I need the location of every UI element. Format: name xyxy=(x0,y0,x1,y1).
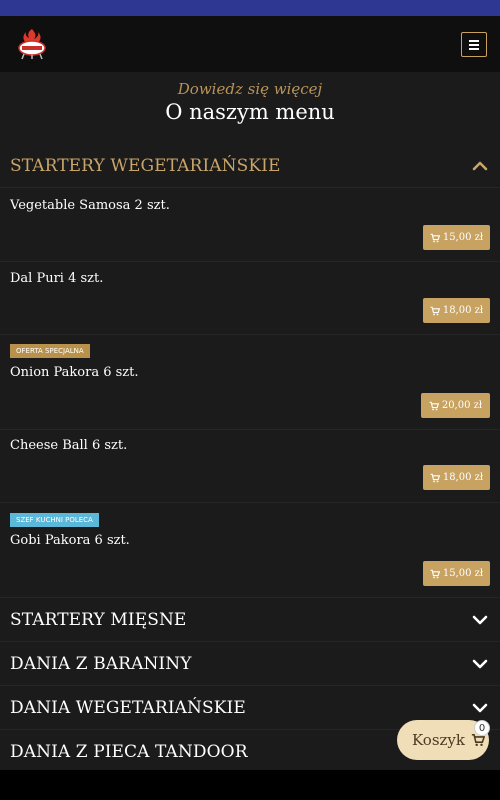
item-name: Cheese Ball 6 szt. xyxy=(10,438,128,453)
menu-item: Vegetable Samosa 2 szt. 15,00 zł xyxy=(0,189,500,262)
item-name: Onion Pakora 6 szt. xyxy=(10,365,139,380)
logo[interactable] xyxy=(14,26,50,62)
bottom-bar xyxy=(0,770,500,800)
menu-bar xyxy=(469,48,479,50)
category-header-startery-miesne[interactable]: STARTERY MIĘSNE xyxy=(0,598,500,642)
category-label: STARTERY WEGETARIAŃSKIE xyxy=(10,156,281,176)
add-to-cart-button[interactable]: 18,00 zł xyxy=(423,465,490,490)
page-title: O naszym menu xyxy=(165,100,335,124)
price-label: 15,00 zł xyxy=(442,568,484,579)
category-header-dania-z-baraniny[interactable]: DANIA Z BARANINY xyxy=(0,642,500,686)
chevron-down-icon xyxy=(472,703,488,713)
navbar xyxy=(0,16,500,72)
chevron-up-icon xyxy=(472,161,488,171)
status-bar xyxy=(0,0,500,16)
menu-item: Cheese Ball 6 szt. 18,00 zł xyxy=(0,430,500,503)
item-name: Gobi Pakora 6 szt. xyxy=(10,533,130,548)
menu-item: OFERTA SPECJALNA Onion Pakora 6 szt. 20,… xyxy=(0,335,500,430)
chevron-down-icon xyxy=(472,615,488,625)
add-to-cart-button[interactable]: 15,00 zł xyxy=(423,225,490,250)
price-label: 18,00 zł xyxy=(442,305,484,316)
add-to-cart-button[interactable]: 18,00 zł xyxy=(423,298,490,323)
menu-item: SZEF KUCHNI POLECA Gobi Pakora 6 szt. 15… xyxy=(0,503,500,598)
cart-count-badge: 0 xyxy=(474,720,490,736)
category-label: STARTERY MIĘSNE xyxy=(10,610,187,630)
price-label: 18,00 zł xyxy=(442,472,484,483)
menu-content: Dowiedz się więcej O naszym menu STARTER… xyxy=(0,72,500,770)
shopping-cart-icon xyxy=(430,473,440,482)
chevron-down-icon xyxy=(472,659,488,669)
category-label: DANIA WEGETARIAŃSKIE xyxy=(10,698,246,718)
menu-item: Dal Puri 4 szt. 18,00 zł xyxy=(0,262,500,335)
section-subtitle: Dowiedz się więcej xyxy=(177,80,323,98)
grill-logo xyxy=(18,29,46,60)
add-to-cart-button[interactable]: 20,00 zł xyxy=(421,393,490,418)
price-label: 15,00 zł xyxy=(442,232,484,243)
price-label: 20,00 zł xyxy=(441,400,483,411)
category-label: DANIA Z BARANINY xyxy=(10,654,192,674)
cart-label: Koszyk xyxy=(412,731,465,749)
shopping-cart-icon xyxy=(430,233,440,242)
category-header-startery-wegetarianskie[interactable]: STARTERY WEGETARIAŃSKIE xyxy=(0,144,500,188)
special-offer-badge: OFERTA SPECJALNA xyxy=(10,344,90,358)
shopping-cart-icon xyxy=(430,569,440,578)
item-name: Vegetable Samosa 2 szt. xyxy=(10,198,170,213)
shopping-cart-icon xyxy=(429,401,439,410)
category-label: DANIA Z PIECA TANDOOR xyxy=(10,742,248,762)
menu-bar xyxy=(469,44,479,46)
add-to-cart-button[interactable]: 15,00 zł xyxy=(423,561,490,586)
hamburger-menu-button[interactable] xyxy=(461,32,487,57)
item-name: Dal Puri 4 szt. xyxy=(10,271,104,286)
chef-recommends-badge: SZEF KUCHNI POLECA xyxy=(10,513,99,527)
menu-bar xyxy=(469,40,479,42)
shopping-cart-icon xyxy=(430,306,440,315)
